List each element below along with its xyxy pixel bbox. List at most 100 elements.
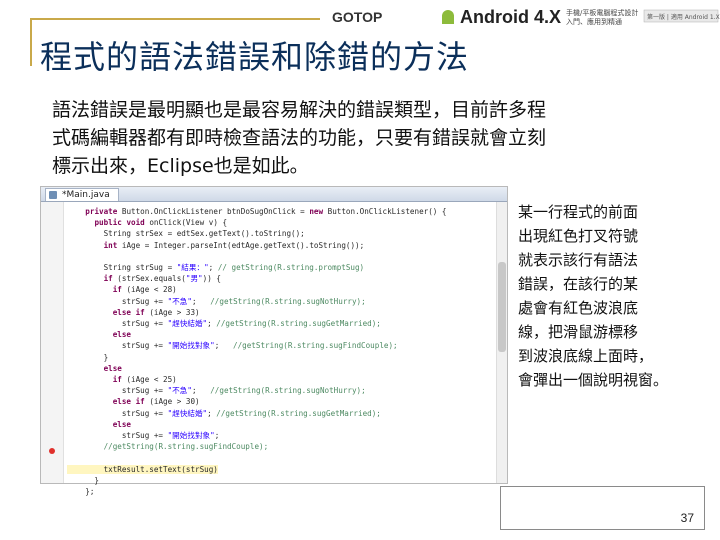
code-token: ; <box>207 319 217 329</box>
title-accent-horizontal-rule <box>30 18 320 20</box>
code-line: else if (iAge > 30) <box>67 396 447 407</box>
code-token: int <box>103 240 118 250</box>
callout-line: 到波浪底線上面時， <box>518 347 654 365</box>
page-number-box: 37 <box>500 486 705 530</box>
code-token: else <box>103 363 122 373</box>
code-token: void <box>126 218 145 228</box>
page-number: 37 <box>680 511 694 525</box>
code-token: "趕快結婚" <box>167 319 208 329</box>
code-token: //getString(R.string.sugFindCouple); <box>103 442 269 452</box>
code-token: //getString(R.string.sugGetMarried); <box>216 319 381 329</box>
body-line: 式碼編輯器都有即時檢查語法的功能，只要有錯誤就會立刻 <box>52 127 547 149</box>
code-token: onClick(View v) { <box>144 218 228 228</box>
code-line: if (iAge < 28) <box>67 284 447 295</box>
code-token: ; <box>191 386 211 396</box>
code-token: txtResult.setText(strSug) <box>67 464 218 474</box>
code-token: //getString(R.string.sugNotHurry); <box>210 296 366 306</box>
code-token: ; <box>208 263 218 273</box>
editor-scrollbar <box>496 202 507 483</box>
body-line: 語法錯誤是最明顯也是最容易解決的錯誤類型，目前許多程 <box>52 99 547 121</box>
code-token: //getString(R.string.sugFindCouple); <box>233 341 398 351</box>
callout-line: 錯誤，在該行的某 <box>518 275 639 293</box>
editor-tab-bar: *Main.java <box>41 187 507 202</box>
code-token: ; <box>207 408 217 418</box>
code-token: strSug += <box>67 296 168 306</box>
code-token: } <box>67 352 109 362</box>
code-line: private Button.OnClickListener btnDoSugO… <box>67 206 447 217</box>
code-token: String strSug = <box>67 263 177 273</box>
body-paragraph: 語法錯誤是最明顯也是最容易解決的錯誤類型，目前許多程 式碼編輯器都有即時檢查語法… <box>52 96 702 180</box>
java-file-icon <box>49 191 57 199</box>
callout-line: 會彈出一個說明視窗。 <box>518 371 669 389</box>
code-token: (iAge < 25) <box>121 375 177 385</box>
code-token: Button.OnClickListener() { <box>323 207 447 216</box>
code-token: (iAge > 33) <box>144 307 200 317</box>
code-token: "趕快結婚" <box>167 408 208 418</box>
code-token: else <box>112 330 132 340</box>
code-token: // getString(R.string.promptSug) <box>217 263 365 273</box>
code-token: if <box>112 375 122 385</box>
series-tag: 第一版 | 適用 Android 1.X~4.X <box>647 13 720 21</box>
series-tagline-2: 入門、應用到精通 <box>566 17 622 26</box>
code-token: if <box>135 307 145 317</box>
callout-line: 某一行程式的前面 <box>518 203 639 221</box>
android-series-logo: Android 4.X 手機/平板電腦程式設計 入門、應用到精通 第一版 | 適… <box>442 7 720 27</box>
code-token: "開始找對象" <box>167 341 215 351</box>
code-token: if <box>112 285 122 295</box>
code-token: else <box>112 419 132 429</box>
callout-line: 處會有紅色波浪底 <box>518 299 639 317</box>
code-token: } <box>67 475 100 485</box>
android-logo-text: Android 4.X <box>460 7 561 27</box>
code-line: else <box>67 363 447 374</box>
callout-line: 線，把滑鼠游標移 <box>518 323 639 341</box>
code-area: private Button.OnClickListener btnDoSugO… <box>67 206 447 497</box>
code-token: private <box>85 207 118 216</box>
code-token: else <box>112 397 132 407</box>
code-line: int iAge = Integer.parseInt(edtAge.getTe… <box>67 240 447 251</box>
code-line: strSug += "開始找對象"; //getString(R.string.… <box>67 340 447 351</box>
eclipse-editor-screenshot: *Main.java private Button.OnClickListene… <box>40 186 508 496</box>
code-token: }; <box>67 487 95 497</box>
code-line: String strSex = edtSex.getText().toStrin… <box>67 228 447 239</box>
title-accent-vertical-rule <box>30 18 32 66</box>
code-token: "不急" <box>167 386 192 396</box>
slide-title: 程式的語法錯誤和除錯的方法 <box>40 38 470 76</box>
series-tagline-1: 手機/平板電腦程式設計 <box>566 8 638 17</box>
code-token: //getString(R.string.sugGetMarried); <box>216 408 381 418</box>
code-token: strSug += <box>67 408 168 418</box>
code-token: "結果：" <box>176 263 209 273</box>
callout-line: 出現紅色打叉符號 <box>518 227 639 245</box>
code-line: strSug += "趕快結婚"; //getString(R.string.s… <box>67 408 447 419</box>
code-token: )) { <box>202 274 221 284</box>
code-token: //getString(R.string.sugNotHurry); <box>210 386 366 396</box>
editor-tab: *Main.java <box>45 188 119 201</box>
code-token: else <box>112 307 132 317</box>
code-token: strSug += <box>67 319 168 329</box>
code-token: public <box>94 218 122 228</box>
code-line: } <box>67 352 447 363</box>
code-token: Button.OnClickListener btnDoSugOnClick = <box>117 207 310 216</box>
code-token: if <box>103 274 113 284</box>
code-token: "開始找對象" <box>167 431 215 441</box>
code-token: iAge = Integer.parseInt(edtAge.getText()… <box>117 240 365 250</box>
gotop-logo: GOTOP <box>332 9 382 25</box>
code-line: else <box>67 329 447 340</box>
code-line: if (strSex.equals("男")) { <box>67 273 447 284</box>
code-token: String strSex = edtSex.getText().toStrin… <box>67 229 305 239</box>
editor-tab-label: *Main.java <box>62 190 110 200</box>
callout-line: 就表示該行有語法 <box>518 251 639 269</box>
error-marker-icon <box>49 448 55 454</box>
code-line: public void onClick(View v) { <box>67 217 447 228</box>
android-robot-icon <box>442 10 454 24</box>
code-line: } <box>67 475 447 486</box>
